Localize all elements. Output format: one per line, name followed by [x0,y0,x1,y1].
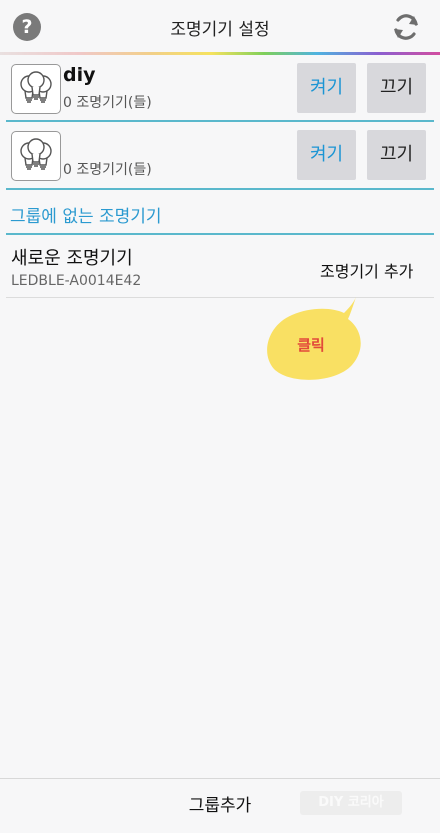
group-separator [6,120,434,122]
add-light-button[interactable]: 조명기기 추가 [320,258,413,282]
bubble-label: 클릭 [297,336,325,354]
bulb-group-icon [11,64,61,114]
group-separator [6,188,434,190]
group-row[interactable]: 0 조명기기(들) 켜기 끄기 [8,125,434,185]
turn-on-button[interactable]: 켜기 [297,63,356,113]
watermark-logo: DIY 코리아 [300,791,402,815]
turn-off-button[interactable]: 끄기 [367,130,426,180]
group-light-count: 0 조명기기(들) [63,95,152,111]
device-name: 새로운 조명기기 [11,248,133,269]
header-accent-strip [0,52,440,55]
device-id: LEDBLE-A0014E42 [11,273,142,289]
app-header: ? 조명기기 설정 [0,0,440,52]
ungrouped-section-title: 그룹에 없는 조명기기 [10,207,162,227]
page-title: 조명기기 설정 [170,20,270,40]
turn-off-button[interactable]: 끄기 [367,63,426,113]
group-row[interactable]: diy 0 조명기기(들) 켜기 끄기 [8,58,434,118]
refresh-icon[interactable] [390,11,422,43]
device-separator [6,297,434,298]
group-light-count: 0 조명기기(들) [63,162,152,178]
group-name: diy [63,64,96,86]
section-separator [6,233,434,235]
turn-on-button[interactable]: 켜기 [297,130,356,180]
bulb-group-icon [11,131,61,181]
